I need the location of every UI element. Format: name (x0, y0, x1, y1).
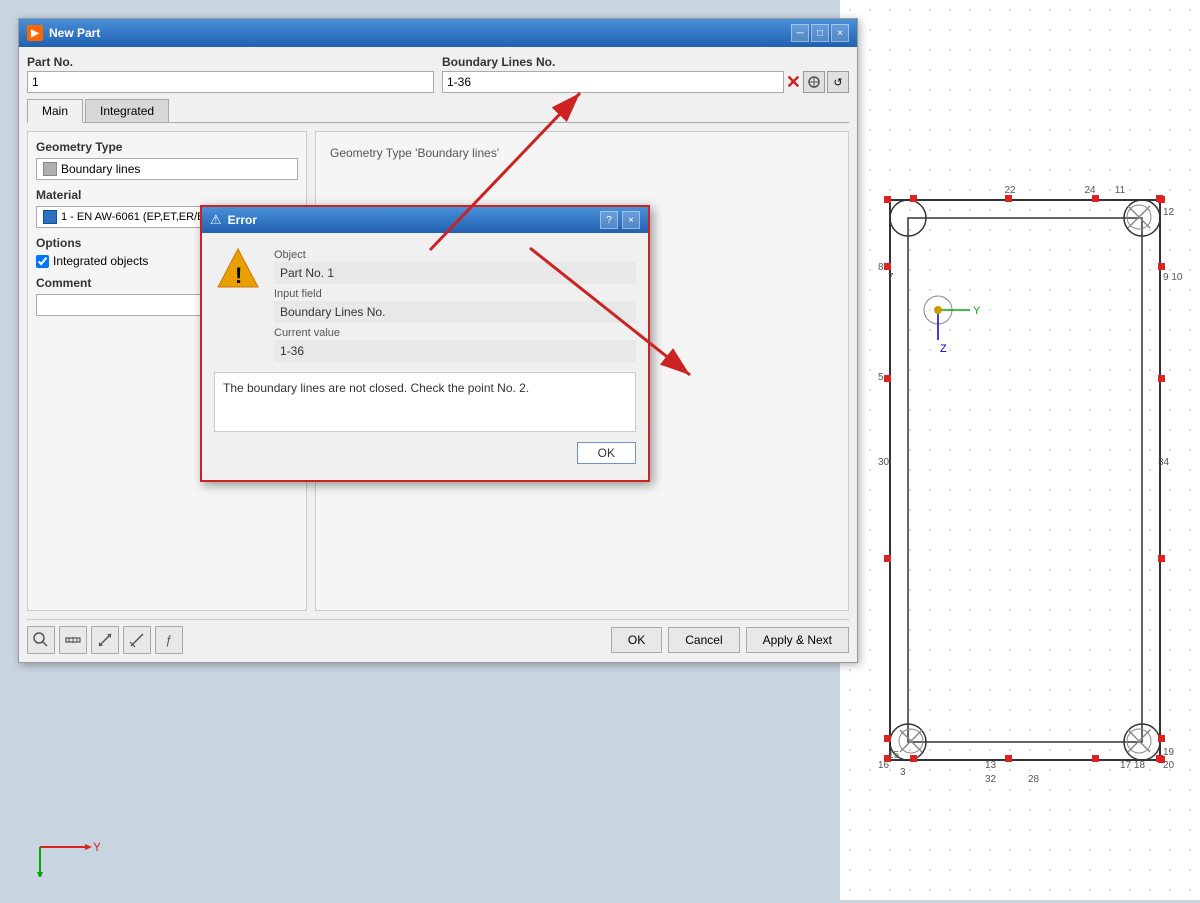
part-no-label: Part No. (27, 55, 434, 69)
object-label: Object (274, 249, 636, 261)
part-no-input[interactable] (27, 71, 434, 93)
toolbar-search-btn[interactable] (27, 626, 55, 654)
toolbar-measure-btn[interactable] (59, 626, 87, 654)
toolbar-icons: ƒ (27, 626, 183, 654)
error-message-box: The boundary lines are not closed. Check… (214, 372, 636, 432)
error-title-bar: ⚠ Error ? × (202, 207, 648, 233)
input-field-label: Input field (274, 288, 636, 300)
maximize-button[interactable]: □ (811, 24, 829, 42)
main-title-bar: ▶ New Part ─ □ × (19, 19, 857, 47)
tab-integrated[interactable]: Integrated (85, 99, 169, 122)
svg-text:34: 34 (1158, 457, 1170, 468)
geometry-type-label: Geometry Type (36, 140, 298, 154)
coordinate-axes: Y Z (20, 807, 100, 880)
svg-text:3: 3 (900, 767, 906, 778)
title-bar-left: ▶ New Part (27, 25, 100, 41)
svg-text:7: 7 (888, 272, 894, 283)
svg-text:19: 19 (1163, 747, 1175, 758)
error-content: ! Object Part No. 1 Input field Boundary… (202, 233, 648, 480)
ok-button[interactable]: OK (611, 627, 662, 653)
svg-text:13: 13 (985, 760, 997, 771)
svg-text:!: ! (235, 263, 242, 288)
geometry-type-value: Boundary lines (61, 162, 140, 176)
error-icon: ⚠ (210, 212, 222, 228)
apply-next-button[interactable]: Apply & Next (746, 627, 849, 653)
error-ok-row: OK (214, 442, 636, 468)
dialog-buttons: OK Cancel Apply & Next (611, 627, 849, 653)
boundary-lines-input[interactable] (442, 71, 784, 93)
close-button[interactable]: × (831, 24, 849, 42)
error-title-buttons: ? × (600, 211, 640, 229)
boundary-input-row: ✕ ↺ (442, 71, 849, 93)
svg-text:9 10: 9 10 (1163, 272, 1183, 283)
svg-text:24: 24 (1084, 185, 1096, 196)
integrated-objects-label: Integrated objects (53, 254, 148, 268)
error-dialog: ⚠ Error ? × ! Object Part No. 1 Input fi… (200, 205, 650, 482)
error-ok-button[interactable]: OK (577, 442, 636, 464)
toolbar-formula-btn[interactable]: ƒ (155, 626, 183, 654)
svg-text:5: 5 (878, 372, 884, 383)
svg-text:Y: Y (973, 305, 981, 317)
error-title-text: Error (228, 213, 257, 227)
input-field-value: Boundary Lines No. (274, 301, 636, 323)
svg-text:15: 15 (888, 750, 900, 761)
svg-text:30: 30 (878, 457, 890, 468)
tab-bar: Main Integrated (27, 99, 849, 123)
bottom-toolbar: ƒ OK Cancel Apply & Next (27, 619, 849, 654)
svg-text:16: 16 (878, 760, 890, 771)
material-value: 1 - EN AW-6061 (EP,ET,ER/B (61, 211, 204, 223)
geometry-type-box: Boundary lines (36, 158, 298, 180)
part-no-group: Part No. (27, 55, 434, 93)
svg-text:Y: Y (93, 840, 100, 854)
error-help-button[interactable]: ? (600, 211, 618, 229)
title-buttons: ─ □ × (791, 24, 849, 42)
svg-text:12: 12 (1163, 207, 1175, 218)
error-fields: Object Part No. 1 Input field Boundary L… (274, 245, 636, 362)
svg-text:32: 32 (985, 774, 997, 785)
object-value: Part No. 1 (274, 262, 636, 284)
minimize-button[interactable]: ─ (791, 24, 809, 42)
integrated-objects-checkbox[interactable] (36, 255, 49, 268)
svg-text:Z: Z (940, 343, 947, 355)
svg-text:Z: Z (34, 876, 41, 877)
geometry-color-swatch (43, 162, 57, 176)
toolbar-edit-btn[interactable] (123, 626, 151, 654)
svg-text:11: 11 (1115, 185, 1126, 196)
tab-main[interactable]: Main (27, 99, 83, 123)
svg-text:22: 22 (1004, 185, 1016, 196)
current-value: 1-36 (274, 340, 636, 362)
svg-text:17 18: 17 18 (1120, 760, 1145, 771)
svg-text:8: 8 (878, 262, 884, 273)
boundary-lines-label: Boundary Lines No. (442, 55, 849, 69)
error-title-left: ⚠ Error (210, 212, 257, 228)
part-boundary-section: Part No. Boundary Lines No. ✕ ↺ (27, 55, 849, 93)
error-message-text: The boundary lines are not closed. Check… (223, 381, 529, 395)
boundary-pick-button[interactable] (803, 71, 825, 93)
app-icon: ▶ (27, 25, 43, 41)
cad-drawing-area: Y Z 22 24 11 12 9 10 8 7 5 30 34 13 17 1… (840, 0, 1200, 900)
comment-input[interactable] (36, 294, 226, 316)
boundary-group: Boundary Lines No. ✕ ↺ (442, 55, 849, 93)
svg-text:28: 28 (1028, 774, 1040, 785)
material-color-swatch (43, 210, 57, 224)
warning-icon: ! (214, 245, 262, 293)
svg-text:20: 20 (1163, 760, 1175, 771)
right-panel-text: Geometry Type 'Boundary lines' (324, 140, 840, 166)
error-top-row: ! Object Part No. 1 Input field Boundary… (214, 245, 636, 362)
material-label: Material (36, 188, 298, 202)
error-close-button[interactable]: × (622, 211, 640, 229)
boundary-clear-icon[interactable]: ✕ (786, 72, 801, 93)
current-value-label: Current value (274, 327, 636, 339)
boundary-reset-button[interactable]: ↺ (827, 71, 849, 93)
cancel-button[interactable]: Cancel (668, 627, 739, 653)
toolbar-scale-btn[interactable] (91, 626, 119, 654)
window-title: New Part (49, 26, 100, 40)
